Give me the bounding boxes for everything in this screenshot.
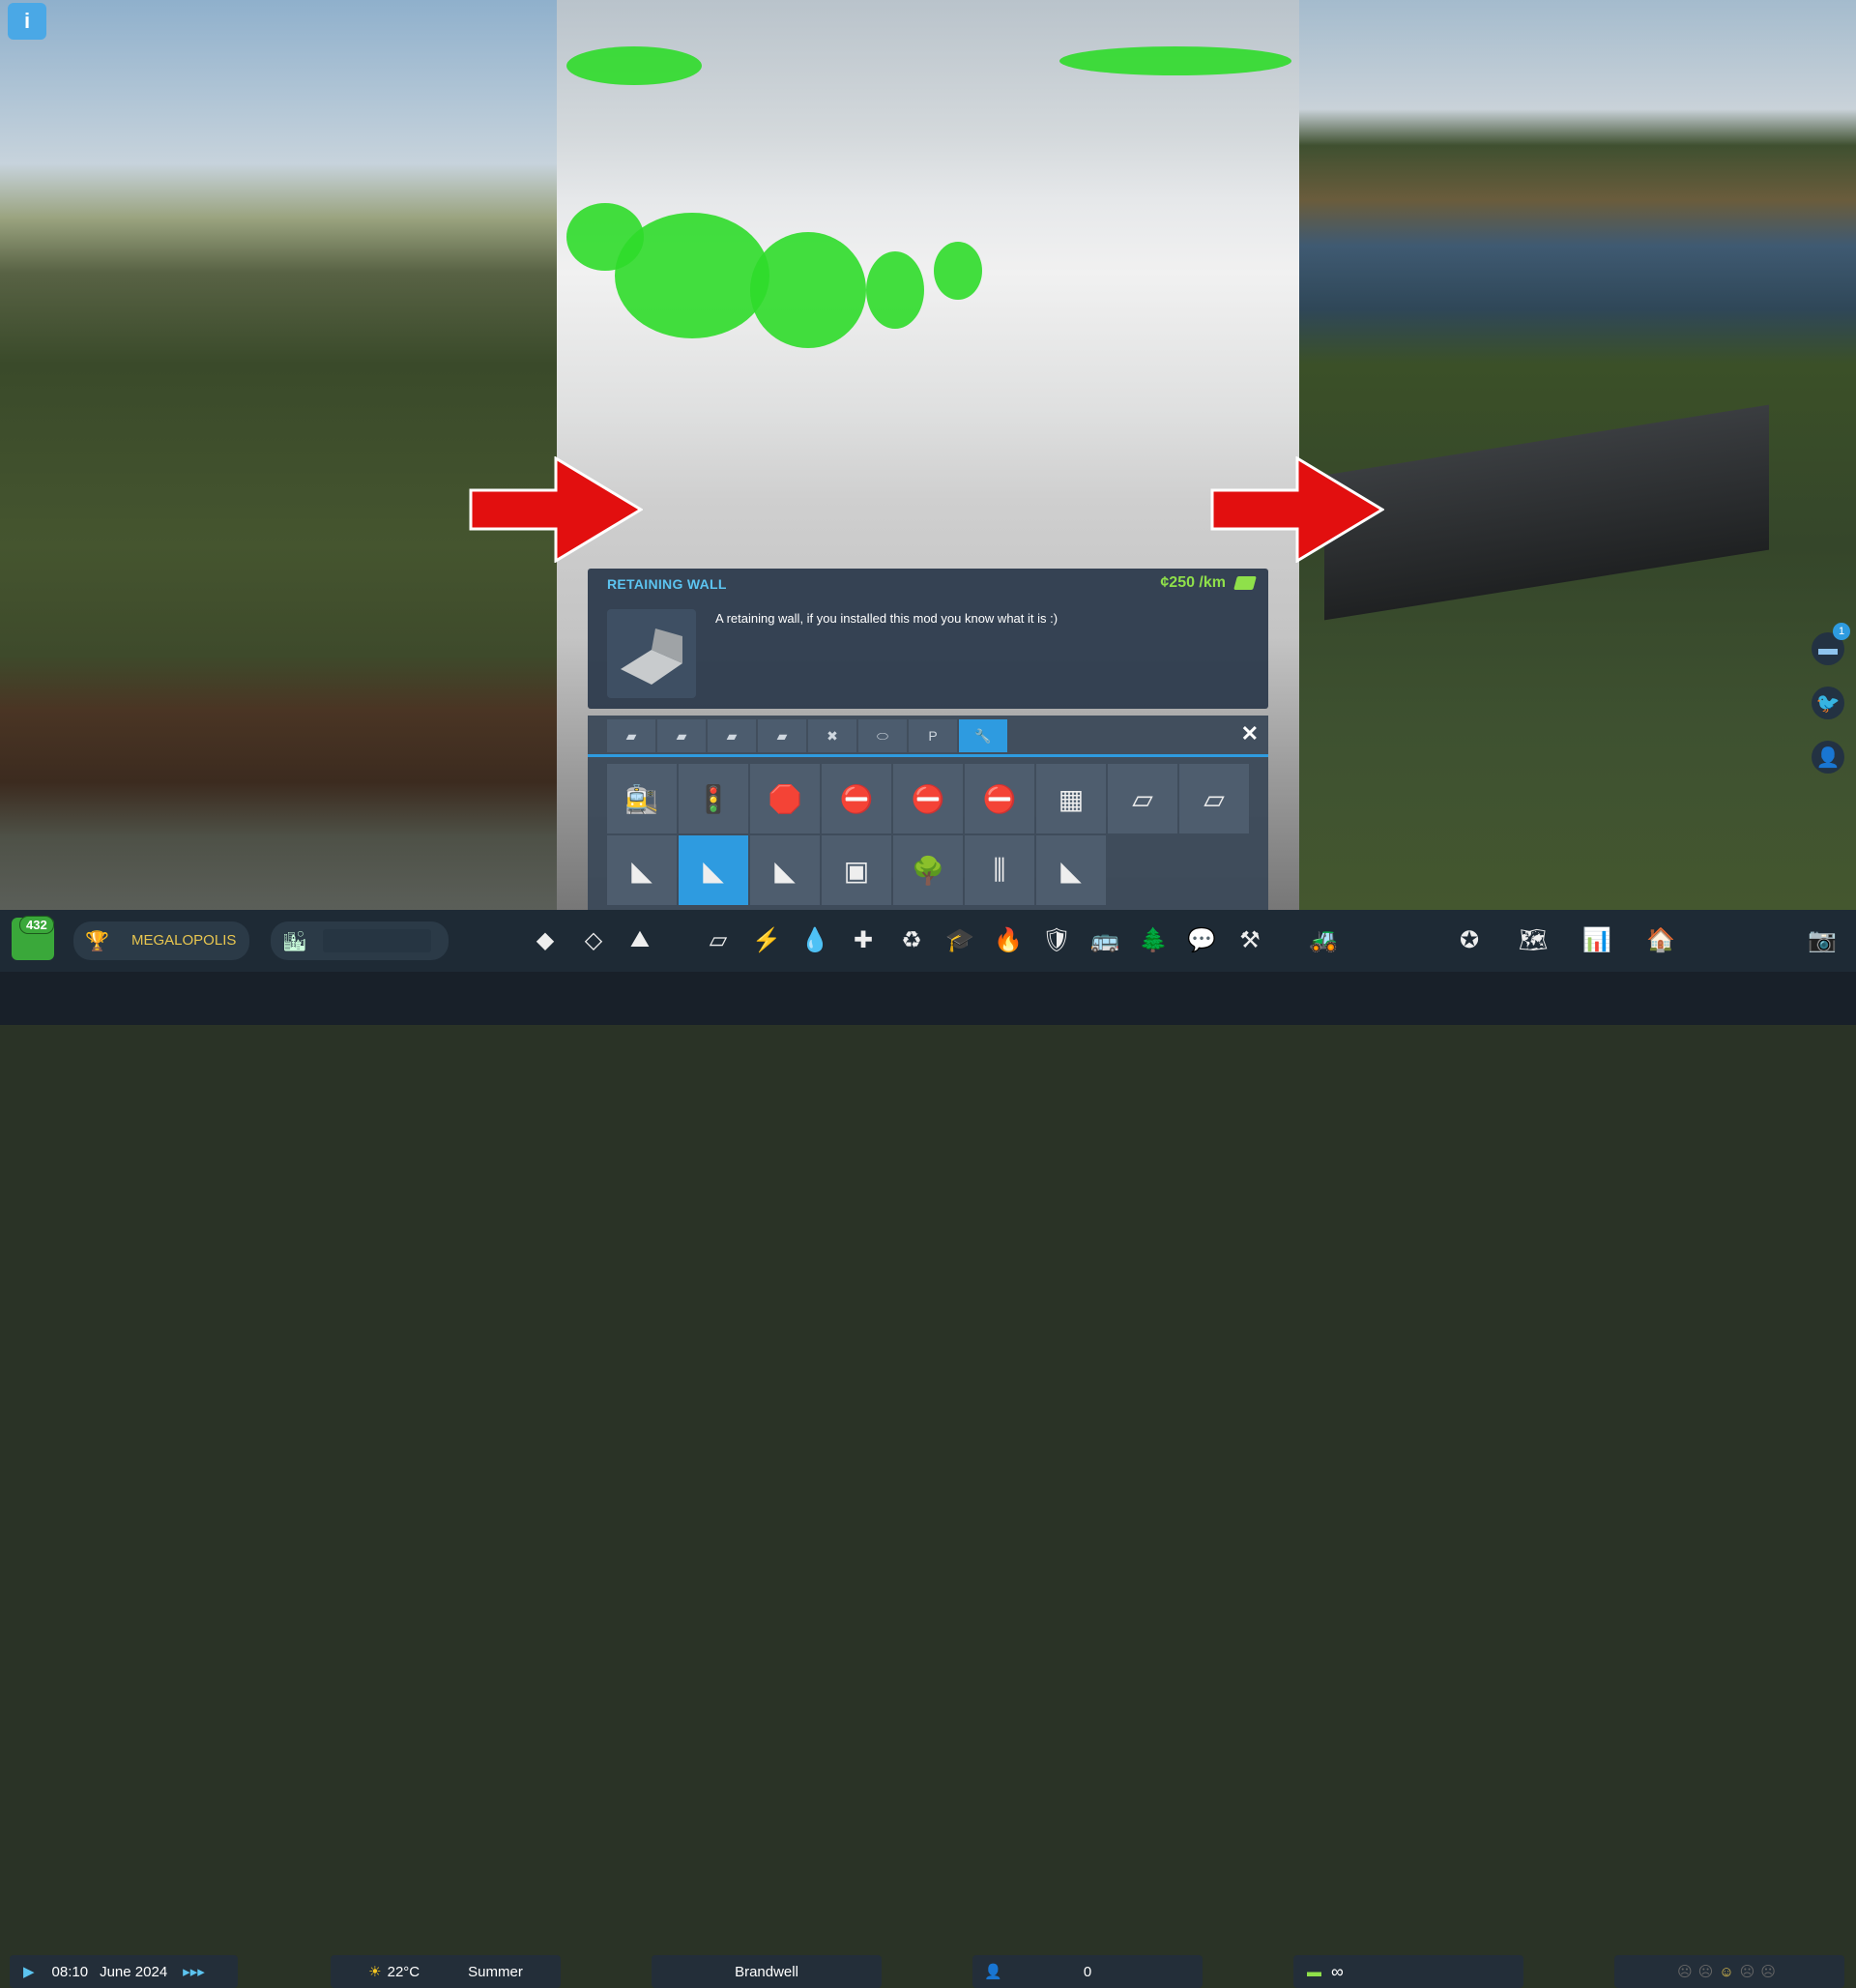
tab-road-park[interactable]: ▰ — [758, 719, 806, 752]
area-icon[interactable]: ◇ — [577, 923, 610, 956]
red-arrow-right — [1210, 456, 1384, 563]
progression-pill[interactable]: 🏙 — [271, 921, 449, 960]
tab-roundabout[interactable]: ⬭ — [858, 719, 907, 752]
date-text: June 2024 — [100, 1963, 168, 1980]
tool-tabs: ▰ ▰ ▰ ▰ ✖ ⬭ P 🔧 — [607, 719, 1007, 752]
embankment-icon[interactable]: ◣ — [1036, 835, 1106, 905]
no-right-turn-sign-icon[interactable]: ⛔ — [965, 764, 1034, 833]
status-bar: ▶ 08:10 June 2024 ▸▸▸ ☀ 22°C Summer Bran… — [0, 972, 1856, 1988]
tool-grid: 🚉 🚦 🛑 ⛔ ⛔ ⛔ ▦ ▱ ▱ ◣ ◣ ◣ ▣ 🌳 ⫼ ◣ — [607, 764, 1249, 905]
tab-road-straight[interactable]: ▰ — [607, 719, 655, 752]
road-piece-icon[interactable]: ▱ — [1108, 764, 1177, 833]
stop-sign-icon[interactable]: 🛑 — [750, 764, 820, 833]
weather-widget: ☀ 22°C Summer — [331, 1955, 561, 1988]
trophy-icon: 🏆 — [85, 931, 109, 952]
speed-icon[interactable]: ▸▸▸ — [183, 1963, 205, 1980]
retaining-wall-icon[interactable]: ◣ — [679, 835, 748, 905]
temperature-text: 22°C — [387, 1963, 420, 1980]
tab-tools[interactable]: 🔧 — [959, 719, 1007, 752]
tab-road-two-lane[interactable]: ▰ — [657, 719, 706, 752]
bridge-piece-icon[interactable]: ⫼ — [965, 835, 1034, 905]
sun-icon: ☀ — [368, 1964, 382, 1980]
communications-icon[interactable]: 💬 — [1185, 923, 1218, 956]
police-icon[interactable]: 🛡 — [1040, 923, 1073, 956]
tree-lane-icon[interactable]: 🌳 — [893, 835, 963, 905]
transport-icon[interactable]: 🚌 — [1088, 923, 1121, 956]
garbage-icon[interactable]: ♻ — [895, 923, 928, 956]
tab-parking[interactable]: P — [909, 719, 957, 752]
green-road-icon[interactable]: ▱ — [1179, 764, 1249, 833]
road-tools-panel: ▰ ▰ ▰ ▰ ✖ ⬭ P 🔧 ✕ 🚉 🚦 🛑 ⛔ ⛔ ⛔ ▦ ▱ ▱ ◣ ◣ ◣ ▣ 🌳 ⫼ ◣ — [588, 716, 1268, 910]
red-arrow-left — [469, 456, 643, 563]
tab-underline — [588, 754, 1268, 757]
water-icon[interactable]: 💧 — [798, 923, 831, 956]
happiness-widget[interactable]: ☹☹ ☺ ☹☹ — [1614, 1955, 1844, 1988]
citizen-icon[interactable]: 👤 — [1812, 741, 1844, 774]
close-icon[interactable]: ✕ — [1241, 721, 1259, 746]
traffic-light-icon[interactable]: 🚦 — [679, 764, 748, 833]
tool-price: ¢250 /km — [1160, 574, 1226, 591]
roads-icon[interactable]: ▱ — [702, 923, 735, 956]
tunnel-wall-icon[interactable]: ◣ — [750, 835, 820, 905]
city-icon: 🏙 — [282, 931, 307, 952]
zoning-icon[interactable]: ◆ — [529, 923, 562, 956]
tool-description: A retaining wall, if you installed this … — [715, 611, 1058, 626]
cash-icon: ▬ — [1307, 1963, 1321, 1980]
play-icon[interactable]: ▶ — [23, 1963, 35, 1980]
no-u-turn-sign-icon[interactable]: ⛔ — [893, 764, 963, 833]
game-viewport[interactable]: i RETAINING WALL ¢250 /km A retaining wa… — [0, 0, 1856, 910]
electricity-icon[interactable]: ⚡ — [750, 923, 783, 956]
city-services-icon[interactable]: 🏠 — [1644, 923, 1677, 956]
education-icon[interactable]: 🎓 — [943, 923, 976, 956]
time-control: ▶ 08:10 June 2024 ▸▸▸ — [10, 1955, 238, 1988]
quay-wall-icon[interactable]: ◣ — [607, 835, 677, 905]
bulldozer-icon[interactable]: 🚜 — [1307, 923, 1340, 956]
milestone-pill[interactable]: 🏆 MEGALOPOLIS — [73, 921, 249, 960]
train-station-icon[interactable]: 🚉 — [607, 764, 677, 833]
no-left-turn-sign-icon[interactable]: ⛔ — [822, 764, 891, 833]
landscape-icon[interactable]: ⛰ — [624, 923, 656, 956]
city-name[interactable]: Brandwell — [652, 1955, 882, 1988]
box-wall-icon[interactable]: ▣ — [822, 835, 891, 905]
statistics-icon[interactable]: 📊 — [1580, 923, 1613, 956]
healthcare-icon[interactable]: ✚ — [847, 923, 880, 956]
main-toolbar: 432 🏆 MEGALOPOLIS 🏙 ◆ ◇ ⛰ ▱ ⚡ 💧 ✚ ♻ 🎓 🔥 🛡 🚌 🌲 💬 ⚒ 🚜 ✪ 🗺 📊 🏠… — [0, 910, 1856, 972]
tab-road-highway[interactable]: ▰ — [708, 719, 756, 752]
time-text: 08:10 — [51, 1963, 89, 1980]
scene-left-realistic — [0, 0, 557, 910]
level-badge: 432 — [19, 916, 54, 934]
camera-icon[interactable]: 📷 — [1806, 923, 1839, 956]
parks-icon[interactable]: 🌲 — [1137, 923, 1170, 956]
chirper-icon[interactable]: 🐦 — [1812, 687, 1844, 719]
crosswalk-icon[interactable]: ▦ — [1036, 764, 1106, 833]
notification-badge: 1 — [1833, 623, 1850, 640]
money-widget[interactable]: ▬ ∞ — [1293, 1955, 1523, 1988]
tool-title: RETAINING WALL — [607, 576, 727, 592]
season-text: Summer — [468, 1963, 523, 1980]
fire-icon[interactable]: 🔥 — [992, 923, 1025, 956]
map-icon[interactable]: 🗺 — [1517, 923, 1550, 956]
retaining-wall-thumbnail — [607, 609, 696, 698]
person-icon: 👤 — [984, 1964, 1002, 1980]
milestone-name: MEGALOPOLIS — [131, 932, 237, 949]
population-text: 0 — [1083, 1963, 1092, 1980]
money-icon — [1233, 576, 1257, 590]
info-button[interactable]: i — [8, 3, 46, 40]
tool-info-panel: RETAINING WALL ¢250 /km A retaining wall… — [588, 569, 1268, 709]
population-widget[interactable]: 👤 0 — [972, 1955, 1203, 1988]
tab-intersection[interactable]: ✖ — [808, 719, 856, 752]
money-text: ∞ — [1331, 1961, 1344, 1981]
xp-bar — [323, 929, 431, 952]
shovel-icon[interactable]: ⚒ — [1233, 923, 1266, 956]
achievements-icon[interactable]: ✪ — [1453, 923, 1486, 956]
